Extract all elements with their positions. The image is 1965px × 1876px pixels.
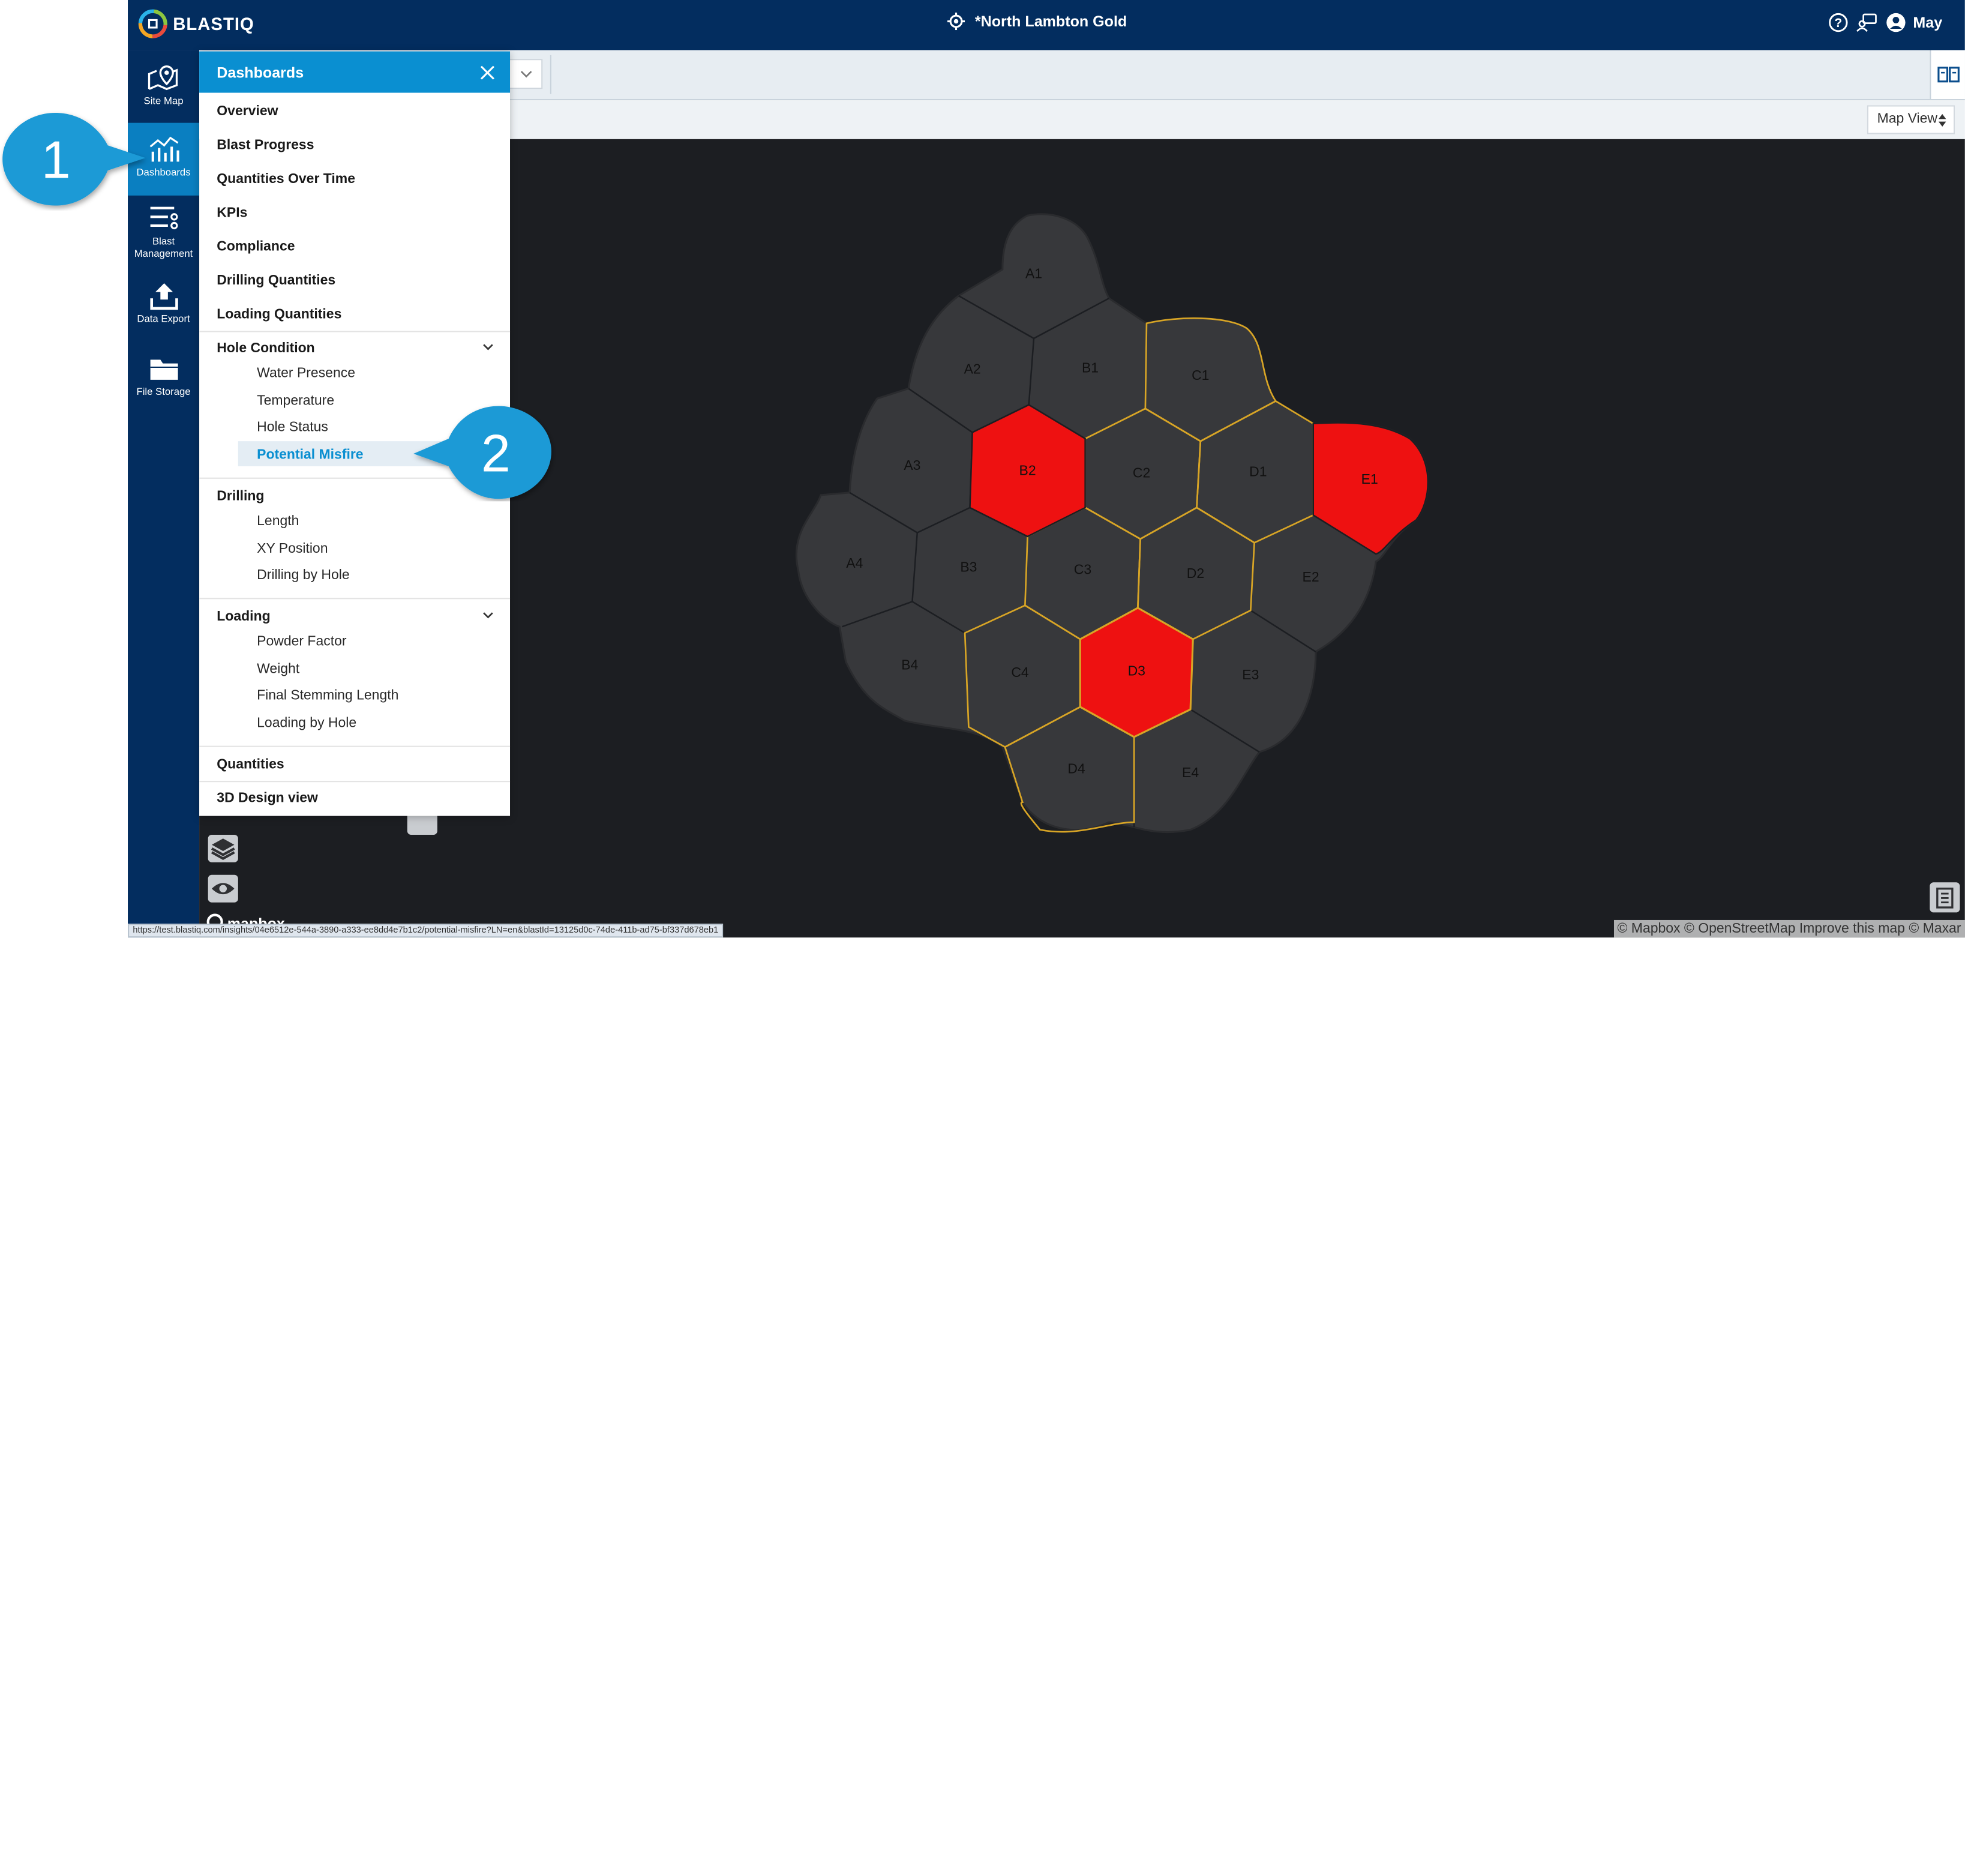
menu-header: Dashboards xyxy=(199,51,511,93)
nav-label: File Storage xyxy=(136,386,191,398)
cell-label: C4 xyxy=(1011,664,1029,680)
user-area: ? May xyxy=(1828,13,1942,32)
callout-number: 1 xyxy=(41,130,71,190)
menu-item-kpis[interactable]: KPIs xyxy=(217,206,247,221)
blast-selector-dropdown[interactable] xyxy=(507,59,543,89)
clipboard-icon xyxy=(1936,888,1954,909)
blastiq-logo[interactable]: BLASTIQ xyxy=(138,9,254,39)
cell-label: E2 xyxy=(1303,569,1319,585)
map-view-select[interactable]: Map View xyxy=(1867,105,1955,134)
close-icon[interactable] xyxy=(480,65,495,80)
layers-icon xyxy=(211,838,235,861)
menu-subitem-drilling-by-hole[interactable]: Drilling by Hole xyxy=(257,568,350,583)
cell-label: D4 xyxy=(1067,761,1085,777)
book-icon xyxy=(1937,67,1960,83)
legend-button[interactable] xyxy=(1930,882,1960,913)
user-avatar-icon[interactable] xyxy=(1885,13,1905,32)
cell-label: E3 xyxy=(1242,667,1259,682)
logo-text: BLASTIQ xyxy=(173,13,254,34)
map-view-value: Map View xyxy=(1877,111,1938,127)
chevron-down-icon xyxy=(520,71,532,78)
menu-subitem-powder-factor[interactable]: Powder Factor xyxy=(257,634,346,649)
cell-label: D2 xyxy=(1187,565,1204,581)
menu-item-quantities-over-time[interactable]: Quantities Over Time xyxy=(217,172,355,187)
callout-2: 2 xyxy=(411,403,556,501)
menu-divider xyxy=(199,598,511,600)
menu-subitem-weight[interactable]: Weight xyxy=(257,662,299,677)
menu-item-quantities[interactable]: Quantities xyxy=(217,757,284,772)
cell-label: B1 xyxy=(1082,359,1099,375)
nav-label: Blast Management xyxy=(134,235,193,260)
menu-group-loading[interactable]: Loading xyxy=(217,609,270,624)
menu-divider xyxy=(199,781,511,783)
cell-label: C2 xyxy=(1133,465,1150,481)
map-icon xyxy=(147,65,178,91)
cell-label: E1 xyxy=(1361,471,1378,487)
cell-label: A4 xyxy=(846,555,863,571)
menu-subitem-loading-by-hole[interactable]: Loading by Hole xyxy=(257,716,356,731)
upload-icon xyxy=(149,283,178,310)
menu-divider xyxy=(199,745,511,747)
callout-number: 2 xyxy=(481,423,511,483)
cell-label: B4 xyxy=(901,657,918,672)
menu-item-overview[interactable]: Overview xyxy=(217,104,278,119)
cell-label: B3 xyxy=(960,559,977,574)
menu-item-compliance[interactable]: Compliance xyxy=(217,239,295,254)
help-icon[interactable]: ? xyxy=(1828,13,1847,32)
folder-icon xyxy=(149,359,178,380)
menu-divider xyxy=(199,331,511,332)
nav-label: Data Export xyxy=(137,313,190,325)
callout-1: 1 xyxy=(0,110,151,211)
book-button[interactable] xyxy=(1930,50,1965,99)
sort-arrows-icon xyxy=(1938,114,1946,127)
cell-label: D3 xyxy=(1128,663,1145,679)
top-bar: BLASTIQ *North Lambton Gold ? May xyxy=(128,0,1965,50)
list-icon xyxy=(149,206,178,230)
site-name: *North Lambton Gold xyxy=(974,12,1127,31)
visibility-button[interactable] xyxy=(208,874,238,903)
callout-bubble-shape xyxy=(2,112,146,206)
menu-subitem-water-presence[interactable]: Water Presence xyxy=(257,366,355,381)
cell-label: D1 xyxy=(1249,464,1267,480)
chart-icon xyxy=(149,136,179,162)
status-bar-url: https://test.blastiq.com/insights/04e651… xyxy=(128,924,724,938)
cell-label: A3 xyxy=(904,457,920,473)
menu-item-3d-design-view[interactable]: 3D Design view xyxy=(217,791,318,806)
menu-subitem-xy-position[interactable]: XY Position xyxy=(257,541,328,556)
location-target-icon xyxy=(947,12,965,31)
menu-subitem-hole-status[interactable]: Hole Status xyxy=(257,420,328,435)
menu-subitem-length[interactable]: Length xyxy=(257,514,299,529)
menu-item-loading-quantities[interactable]: Loading Quantities xyxy=(217,307,341,322)
svg-text:?: ? xyxy=(1834,16,1842,30)
logo-icon xyxy=(138,9,167,38)
nav-site-map[interactable]: Site Map xyxy=(128,62,199,107)
support-chat-icon[interactable] xyxy=(1855,13,1878,32)
menu-title: Dashboards xyxy=(217,64,304,82)
cell-label: B2 xyxy=(1019,463,1036,478)
cell-label: C1 xyxy=(1192,367,1209,383)
nav-file-storage[interactable]: File Storage xyxy=(128,353,199,398)
menu-subitem-final-stemming-length[interactable]: Final Stemming Length xyxy=(257,688,398,703)
chevron-down-icon[interactable] xyxy=(482,343,494,351)
nav-blast-management[interactable]: Blast Management xyxy=(128,203,199,260)
user-name[interactable]: May xyxy=(1913,14,1942,31)
nav-data-export[interactable]: Data Export xyxy=(128,281,199,326)
layers-button[interactable] xyxy=(208,834,238,862)
cell-label: A2 xyxy=(964,361,981,376)
menu-group-drilling[interactable]: Drilling xyxy=(217,489,264,504)
menu-subitem-potential-misfire[interactable]: Potential Misfire xyxy=(257,448,363,463)
toolbar-divider xyxy=(550,55,551,94)
cell-label: E4 xyxy=(1182,765,1199,780)
menu-item-blast-progress[interactable]: Blast Progress xyxy=(217,138,314,153)
menu-group-hole-condition[interactable]: Hole Condition xyxy=(217,341,314,356)
site-selector[interactable]: *North Lambton Gold xyxy=(947,12,1127,31)
cell-label: C3 xyxy=(1074,562,1091,577)
chevron-down-icon[interactable] xyxy=(482,612,494,619)
map-attribution[interactable]: © Mapbox © OpenStreetMap Improve this ma… xyxy=(1613,919,1965,938)
menu-subitem-temperature[interactable]: Temperature xyxy=(257,394,334,409)
cell-label: A1 xyxy=(1025,266,1042,281)
eye-icon xyxy=(211,883,235,895)
menu-item-drilling-quantities[interactable]: Drilling Quantities xyxy=(217,273,335,288)
nav-label: Site Map xyxy=(143,95,184,107)
